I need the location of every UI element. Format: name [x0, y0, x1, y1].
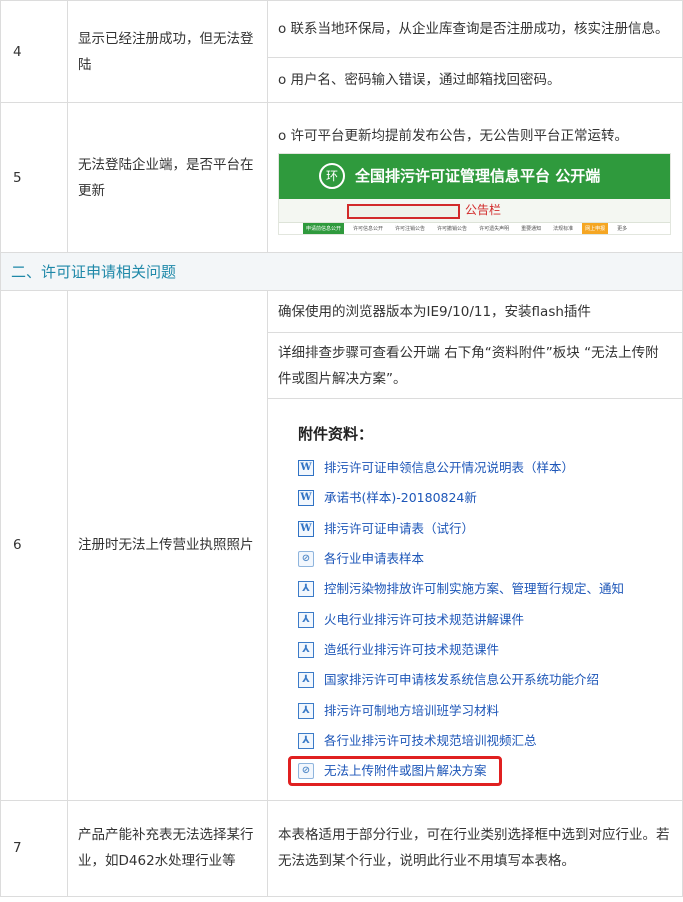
notice-strip — [347, 203, 460, 219]
attachment-label: 国家排污许可申请核发系统信息公开系统功能介绍 — [324, 672, 600, 688]
section-row: 二、许可证申请相关问题 — [0, 252, 683, 291]
attachment-label: 火电行业排污许可技术规范讲解课件 — [324, 611, 525, 627]
pdf-icon: ⅄ — [298, 702, 314, 719]
row-number: 4 — [0, 0, 68, 103]
faq-table: 4 显示已经注册成功，但无法登陆 o 联系当地环保局，从企业库查询是否注册成功，… — [0, 0, 683, 897]
link-icon: ⊘ — [298, 762, 314, 779]
attachment-link[interactable]: ⅄ 火电行业排污许可技术规范讲解课件 — [298, 604, 682, 634]
attachment-link[interactable]: ⅄ 排污许可制地方培训班学习材料 — [298, 695, 682, 725]
question-cell: 显示已经注册成功，但无法登陆 — [67, 0, 268, 103]
answer-cell: 详细排查步骤可查看公开端 右下角“资料附件”板块 “无法上传附件或图片解决方案”… — [267, 332, 683, 399]
banner-nav: 申请前信息公开 许可信息公开 许可注销公告 许可撤销公告 许可遗失声明 重要通知… — [279, 221, 670, 234]
attachment-label: 排污许可证申领信息公开情况说明表（样本） — [324, 460, 575, 476]
nav-item[interactable]: 许可信息公开 — [350, 223, 386, 234]
answer-text: o 许可平台更新均提前发布公告，无公告则平台正常运转。 — [278, 127, 629, 144]
answer-cell: 确保使用的浏览器版本为IE9/10/11，安装flash插件 — [267, 290, 683, 333]
attachment-link[interactable]: W 承诺书(样本)-20180824新 — [298, 483, 682, 513]
attachment-link[interactable]: ⅄ 造纸行业排污许可技术规范课件 — [298, 635, 682, 665]
pdf-icon: ⅄ — [298, 672, 314, 689]
attachments-title: 附件资料： — [298, 425, 374, 443]
question-cell: 无法登陆企业端，是否平台在更新 — [67, 102, 268, 253]
notice-label: 公告栏 — [465, 202, 502, 217]
attachment-link[interactable]: ⊘ 各行业申请表样本 — [298, 544, 682, 574]
question-cell: 注册时无法上传营业执照照片 — [67, 290, 268, 801]
attachment-label: 排污许可制地方培训班学习材料 — [324, 702, 500, 718]
attachment-label: 承诺书(样本)-20180824新 — [324, 490, 477, 506]
pdf-icon: ⅄ — [298, 581, 314, 598]
attachment-label: 排污许可证申请表（试行） — [324, 520, 475, 536]
nav-item[interactable]: 法规标准 — [550, 223, 576, 234]
platform-banner-screenshot: 环 全国排污许可证管理信息平台 公开端 公告栏 申请前信息公开 许可信息公开 许… — [278, 152, 671, 235]
link-icon: ⊘ — [298, 551, 314, 568]
word-icon: W — [298, 520, 314, 537]
answer-cell: o 用户名、密码输入错误，通过邮箱找回密码。 — [267, 57, 683, 103]
table-row: 7 产品产能补充表无法选择某行业，如D462水处理行业等 本表格适用于部分行业，… — [0, 799, 683, 897]
attachment-link[interactable]: ⅄ 国家排污许可申请核发系统信息公开系统功能介绍 — [298, 665, 682, 695]
attachment-link[interactable]: W 排污许可证申请表（试行） — [298, 514, 682, 544]
row-number: 7 — [0, 799, 68, 897]
attachments-panel: 附件资料： W 排污许可证申领信息公开情况说明表（样本） W 承诺书(样本)-2… — [268, 399, 682, 800]
attachment-label: 各行业排污许可技术规范培训视频汇总 — [324, 732, 537, 748]
attachment-link[interactable]: ⅄ 各行业排污许可技术规范培训视频汇总 — [298, 726, 682, 756]
attachment-link[interactable]: ⅄ 控制污染物排放许可制实施方案、管理暂行规定、通知 — [298, 574, 682, 604]
nav-item[interactable]: 许可遗失声明 — [476, 223, 512, 234]
word-icon: W — [298, 490, 314, 507]
emblem-icon: 环 — [319, 162, 345, 189]
table-row: 4 显示已经注册成功，但无法登陆 o 联系当地环保局，从企业库查询是否注册成功，… — [0, 0, 683, 103]
attachment-label: 各行业申请表样本 — [324, 551, 425, 567]
question-cell: 产品产能补充表无法选择某行业，如D462水处理行业等 — [67, 799, 268, 897]
attachment-label: 控制污染物排放许可制实施方案、管理暂行规定、通知 — [324, 581, 625, 597]
answer-cell: 附件资料： W 排污许可证申领信息公开情况说明表（样本） W 承诺书(样本)-2… — [267, 398, 683, 801]
banner-title: 全国排污许可证管理信息平台 公开端 — [355, 166, 601, 185]
pdf-icon: ⅄ — [298, 611, 314, 628]
attachment-link-highlighted[interactable]: ⊘ 无法上传附件或图片解决方案 — [288, 755, 502, 786]
pdf-icon: ⅄ — [298, 641, 314, 658]
section-title: 二、许可证申请相关问题 — [0, 252, 683, 291]
attachment-label: 无法上传附件或图片解决方案 — [324, 762, 487, 778]
attachment-label: 造纸行业排污许可技术规范课件 — [324, 641, 500, 657]
row-number: 6 — [0, 290, 68, 801]
word-icon: W — [298, 460, 314, 477]
nav-item[interactable]: 申请前信息公开 — [303, 223, 345, 234]
pdf-icon: ⅄ — [298, 732, 314, 749]
row-number: 5 — [0, 102, 68, 253]
nav-item[interactable]: 许可撤销公告 — [434, 223, 470, 234]
answer-cell: o 许可平台更新均提前发布公告，无公告则平台正常运转。 环 全国排污许可证管理信… — [267, 102, 683, 253]
nav-item[interactable]: 许可注销公告 — [392, 223, 428, 234]
nav-item[interactable]: 更多 — [614, 223, 630, 234]
nav-item[interactable]: 重要通知 — [518, 223, 544, 234]
answer-cell: 本表格适用于部分行业，可在行业类别选择框中选到对应行业。若无法选到某个行业，说明… — [267, 799, 683, 897]
table-row: 6 注册时无法上传营业执照照片 确保使用的浏览器版本为IE9/10/11，安装f… — [0, 290, 683, 801]
attachment-link[interactable]: W 排污许可证申领信息公开情况说明表（样本） — [298, 453, 682, 483]
table-row: 5 无法登陆企业端，是否平台在更新 o 许可平台更新均提前发布公告，无公告则平台… — [0, 102, 683, 253]
answer-cell: o 联系当地环保局，从企业库查询是否注册成功，核实注册信息。 — [267, 0, 683, 58]
nav-item[interactable]: 网上申报 — [582, 223, 609, 234]
